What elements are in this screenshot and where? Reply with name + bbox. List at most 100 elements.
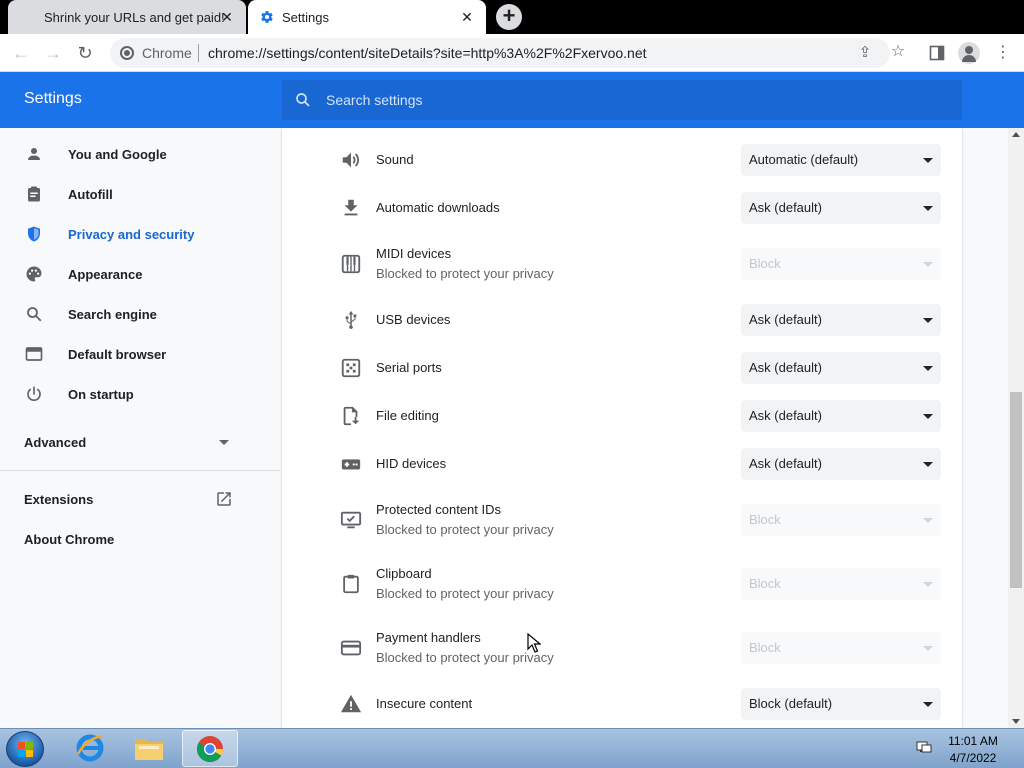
sidebar-item-on-startup[interactable]: On startup bbox=[0, 374, 270, 414]
reload-icon[interactable]: ↻ bbox=[74, 42, 96, 64]
extensions-label: Extensions bbox=[24, 492, 94, 507]
piano-icon bbox=[341, 254, 361, 274]
forward-arrow-icon[interactable]: → bbox=[42, 42, 64, 64]
tab-shrink-urls[interactable]: Shrink your URLs and get paid! ✕ bbox=[8, 0, 246, 34]
sidebar-advanced-toggle[interactable]: Advanced bbox=[0, 422, 270, 462]
clock-time[interactable]: 11:01 AM bbox=[944, 734, 1002, 748]
address-bar[interactable]: Chrome chrome://settings/content/siteDet… bbox=[110, 38, 890, 68]
select-value: Block bbox=[749, 512, 781, 527]
sidebar-item-default-browser[interactable]: Default browser bbox=[0, 334, 270, 374]
permission-title: Clipboard bbox=[376, 566, 432, 581]
chevron-down-icon bbox=[923, 462, 933, 467]
chevron-down-icon bbox=[923, 158, 933, 163]
select-value: Ask (default) bbox=[749, 200, 822, 215]
permission-title: File editing bbox=[376, 408, 439, 423]
chevron-down-icon bbox=[923, 582, 933, 587]
page-scrollbar[interactable] bbox=[1008, 128, 1024, 728]
chevron-down-icon bbox=[219, 440, 229, 445]
chevron-down-icon bbox=[923, 518, 933, 523]
usb-icon bbox=[345, 310, 357, 330]
clipboard-icon bbox=[343, 574, 359, 594]
sidebar-item-about-chrome[interactable]: About Chrome bbox=[0, 519, 270, 559]
permission-select: Block bbox=[741, 248, 941, 280]
sidebar-item-extensions[interactable]: Extensions bbox=[0, 479, 270, 519]
select-value: Ask (default) bbox=[749, 360, 822, 375]
permission-select[interactable]: Automatic (default) bbox=[741, 144, 941, 176]
sidebar-divider bbox=[0, 470, 280, 471]
permission-title: Insecure content bbox=[376, 696, 473, 711]
close-icon[interactable]: ✕ bbox=[458, 8, 476, 26]
sidebar-item-search-engine[interactable]: Search engine bbox=[0, 294, 270, 334]
serial-port-icon bbox=[341, 358, 361, 378]
power-icon bbox=[24, 384, 44, 404]
tab-title: Settings bbox=[282, 9, 329, 25]
new-tab-button[interactable]: + bbox=[496, 4, 522, 30]
gear-icon bbox=[261, 11, 273, 23]
permission-select[interactable]: Ask (default) bbox=[741, 448, 941, 480]
person-icon bbox=[24, 144, 44, 164]
browser-window-icon bbox=[24, 344, 44, 364]
permission-row-usb-devices: USB devices Ask (default) bbox=[282, 302, 962, 338]
share-icon[interactable]: ⇪ bbox=[856, 44, 874, 62]
back-arrow-icon[interactable]: ← bbox=[10, 42, 32, 64]
tab-strip: Shrink your URLs and get paid! ✕ Setting… bbox=[0, 0, 1024, 34]
side-panel-icon[interactable] bbox=[926, 42, 948, 64]
sidebar-item-privacy-and-security[interactable]: Privacy and security bbox=[0, 214, 270, 254]
clock-date[interactable]: 4/7/2022 bbox=[944, 751, 1002, 765]
bookmark-star-icon[interactable]: ☆ bbox=[887, 41, 909, 63]
chevron-down-icon bbox=[923, 414, 933, 419]
clipboard-icon bbox=[24, 184, 44, 204]
permission-row-protected-content-ids: Protected content IDs Blocked to protect… bbox=[282, 492, 962, 548]
search-input[interactable]: Search settings bbox=[282, 80, 962, 120]
sidebar-item-appearance[interactable]: Appearance bbox=[0, 254, 270, 294]
permission-select[interactable]: Ask (default) bbox=[741, 352, 941, 384]
select-value: Automatic (default) bbox=[749, 152, 859, 167]
scroll-up-arrow-icon[interactable] bbox=[1012, 132, 1020, 137]
permission-row-hid-devices: HID devices Ask (default) bbox=[282, 446, 962, 482]
sidebar-item-autofill[interactable]: Autofill bbox=[0, 174, 270, 214]
browser-toolbar: ← → ↻ Chrome chrome://settings/content/s… bbox=[0, 34, 1024, 72]
close-icon[interactable]: ✕ bbox=[218, 8, 236, 26]
more-menu-icon[interactable]: ⋮ bbox=[992, 42, 1014, 64]
network-icon[interactable] bbox=[916, 741, 932, 755]
omnibox-url[interactable]: chrome://settings/content/siteDetails?si… bbox=[208, 45, 647, 61]
sidebar-item-you-and-google[interactable]: You and Google bbox=[0, 134, 270, 174]
sidebar-item-label: Search engine bbox=[68, 306, 157, 322]
tab-settings[interactable]: Settings ✕ bbox=[248, 0, 486, 34]
permission-subtitle: Blocked to protect your privacy bbox=[376, 266, 554, 281]
permission-subtitle: Blocked to protect your privacy bbox=[376, 586, 554, 601]
taskbar-internet-explorer[interactable] bbox=[62, 730, 118, 767]
permission-select[interactable]: Ask (default) bbox=[741, 304, 941, 336]
credit-card-icon bbox=[340, 640, 362, 656]
permission-title: Protected content IDs bbox=[376, 502, 502, 517]
monitor-check-icon bbox=[340, 511, 362, 529]
taskbar-chrome[interactable] bbox=[182, 730, 238, 767]
chrome-page-icon bbox=[120, 46, 134, 60]
select-value: Block bbox=[749, 576, 781, 591]
page-title: Settings bbox=[24, 90, 82, 107]
chevron-down-icon bbox=[923, 262, 933, 267]
permission-select[interactable]: Ask (default) bbox=[741, 192, 941, 224]
sidebar-item-label: Privacy and security bbox=[68, 226, 195, 242]
internet-explorer-icon bbox=[76, 734, 104, 762]
permission-select: Block bbox=[741, 504, 941, 536]
scroll-down-arrow-icon[interactable] bbox=[1012, 719, 1020, 724]
about-label: About Chrome bbox=[24, 532, 115, 547]
permission-subtitle: Blocked to protect your privacy bbox=[376, 522, 554, 537]
taskbar-file-explorer[interactable] bbox=[121, 730, 177, 767]
omnibox-separator bbox=[198, 44, 199, 62]
select-value: Block bbox=[749, 640, 781, 655]
sidebar-item-label: Autofill bbox=[68, 186, 113, 202]
sidebar-item-label: Appearance bbox=[68, 266, 143, 282]
permission-select[interactable]: Ask (default) bbox=[741, 400, 941, 432]
profile-avatar[interactable] bbox=[958, 42, 980, 64]
permission-title: Automatic downloads bbox=[376, 200, 500, 215]
permission-select: Block bbox=[741, 632, 941, 664]
scrollbar-thumb[interactable] bbox=[1010, 392, 1022, 588]
start-button[interactable] bbox=[6, 731, 44, 767]
permission-title: USB devices bbox=[376, 312, 451, 327]
select-value: Block bbox=[749, 256, 781, 271]
chevron-down-icon bbox=[923, 318, 933, 323]
permission-select[interactable]: Block (default) bbox=[741, 688, 941, 720]
warning-icon bbox=[340, 694, 362, 713]
